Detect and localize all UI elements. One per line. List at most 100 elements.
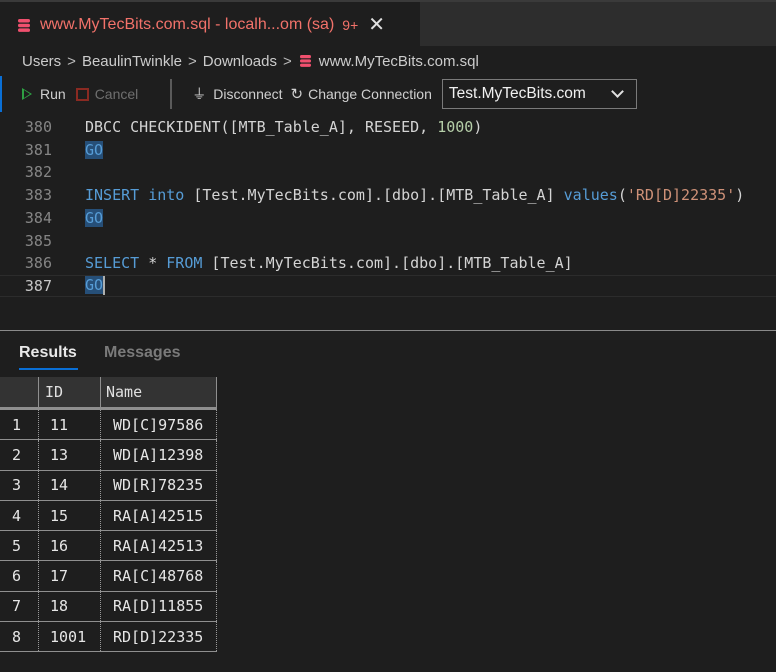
sql-number: 1000 (437, 118, 474, 136)
line-number: 383 (24, 186, 52, 205)
cancel-label: Cancel (94, 86, 139, 102)
cancel-button[interactable]: Cancel (66, 86, 139, 102)
id-cell[interactable]: 16 (39, 531, 101, 561)
name-cell[interactable]: RA[D]11855 (101, 591, 217, 622)
row-number-cell[interactable]: 7 (0, 591, 39, 622)
code-line[interactable]: 381 GO (0, 139, 776, 161)
database-dropdown[interactable]: Test.MyTecBits.com (441, 79, 637, 109)
row-number-cell[interactable]: 1 (0, 410, 39, 440)
breadcrumb-item-users[interactable]: Users (22, 53, 61, 70)
run-button[interactable]: Run (2, 86, 66, 102)
disconnect-button[interactable]: ⏚ Disconnect (192, 84, 282, 104)
line-number: 384 (24, 208, 52, 227)
toolbar-divider (170, 79, 173, 109)
tab-title: www.MyTecBits.com.sql - localh...om (sa) (40, 16, 335, 33)
close-icon[interactable]: ✕ (368, 15, 385, 35)
sql-keyword: GO (85, 276, 104, 295)
sql-text: [Test.MyTecBits.com].[dbo].[MTB_Table_A] (202, 254, 573, 273)
active-tab-indicator (19, 368, 78, 370)
row-number-cell[interactable]: 4 (0, 500, 39, 531)
tab-messages[interactable]: Messages (104, 344, 181, 362)
chevron-down-icon (611, 85, 624, 98)
chevron-right-icon: > (67, 52, 76, 70)
id-cell[interactable]: 13 (39, 440, 101, 470)
id-cell[interactable]: 14 (39, 470, 101, 500)
code-line[interactable]: 384 GO (0, 207, 776, 229)
code-text: DBCC CHECKIDENT([MTB_Table_A], RESEED, 1… (85, 118, 482, 136)
row-number-cell[interactable]: 2 (0, 440, 39, 470)
database-icon (18, 18, 30, 32)
name-cell[interactable]: RD[D]22335 (101, 622, 217, 652)
code-line[interactable]: 386 SELECT * FROM [Test.MyTecBits.com].[d… (0, 252, 776, 274)
table-row[interactable]: 5 16 RA[A]42513 (0, 531, 217, 562)
row-number-cell[interactable]: 6 (0, 561, 39, 591)
line-number: 385 (24, 231, 52, 250)
grid-body: 1 11 WD[C]97586 2 13 WD[A]12398 3 14 WD[R]78235 4… (0, 410, 217, 653)
results-grid[interactable]: ID Name 1 11 WD[C]97586 2 13 WD[A]12398 3 14 WD[… (0, 377, 217, 653)
code-line[interactable]: 387 GO (0, 274, 776, 297)
chevron-right-icon: > (188, 52, 197, 70)
row-number-cell[interactable]: 5 (0, 531, 39, 561)
row-number-cell[interactable]: 3 (0, 470, 39, 500)
table-row[interactable]: 3 14 WD[R]78235 (0, 470, 217, 501)
id-cell[interactable]: 18 (39, 591, 101, 622)
table-row[interactable]: 1 11 WD[C]97586 (0, 410, 217, 441)
database-icon (299, 55, 311, 67)
table-row[interactable]: 8 1001 RD[D]22335 (0, 622, 217, 653)
line-number: 387 (24, 276, 52, 295)
editor-tab-active[interactable]: www.MyTecBits.com.sql - localh...om (sa)… (0, 2, 420, 48)
code-line[interactable]: 382 (0, 161, 776, 183)
plug-icon: ⏚ (192, 86, 207, 102)
id-cell[interactable]: 17 (39, 561, 101, 591)
line-number: 381 (24, 140, 52, 159)
table-row[interactable]: 7 18 RA[D]11855 (0, 591, 217, 623)
table-row[interactable]: 2 13 WD[A]12398 (0, 440, 217, 471)
problems-badge: 9+ (342, 17, 359, 33)
id-cell[interactable]: 1001 (39, 622, 101, 652)
change-connection-button[interactable]: ↻ Change Connection (283, 85, 432, 103)
breadcrumb-item-file[interactable]: www.MyTecBits.com.sql (319, 53, 479, 70)
name-cell[interactable]: RA[C]48768 (101, 561, 217, 591)
sql-text: * (139, 254, 167, 273)
line-number: 386 (24, 254, 52, 273)
disconnect-label: Disconnect (213, 86, 283, 102)
sql-text: DBCC CHECKIDENT([MTB_Table_A], RESEED, (85, 118, 438, 136)
name-cell[interactable]: WD[A]12398 (101, 440, 217, 470)
column-header-name[interactable]: Name (101, 377, 217, 407)
sql-string: 'RD[D]22335' (626, 186, 736, 205)
name-cell[interactable]: WD[C]97586 (101, 410, 217, 440)
code-text: INSERT into [Test.MyTecBits.com].[dbo].[… (85, 186, 744, 204)
refresh-connection-icon: ↻ (290, 86, 304, 103)
breadcrumb: Users > BeaulinTwinkle > Downloads > www… (0, 46, 776, 76)
code-text: GO (85, 208, 104, 227)
column-header-id[interactable]: ID (39, 377, 101, 407)
code-text: GO (85, 140, 104, 159)
code-line[interactable]: 383 INSERT into [Test.MyTecBits.com].[dbo… (0, 184, 776, 206)
run-label: Run (40, 86, 66, 102)
table-row[interactable]: 6 17 RA[C]48768 (0, 561, 217, 592)
code-editor[interactable]: 380 DBCC CHECKIDENT([MTB_Table_A], RESEED… (0, 114, 776, 300)
code-line[interactable]: 380 DBCC CHECKIDENT([MTB_Table_A], RESEED… (0, 116, 776, 138)
name-cell[interactable]: WD[R]78235 (101, 470, 217, 500)
sql-text: [Test.MyTecBits.com].[dbo].[MTB_Table_A] (184, 186, 564, 205)
id-cell[interactable]: 11 (39, 410, 101, 440)
sql-keyword: FROM (166, 254, 203, 273)
tab-results[interactable]: Results (19, 344, 77, 362)
panel-splitter[interactable] (0, 330, 776, 331)
table-row[interactable]: 4 15 RA[A]42515 (0, 500, 217, 532)
row-number-header[interactable] (0, 377, 39, 407)
id-cell[interactable]: 15 (39, 500, 101, 531)
sql-keyword: SELECT (85, 254, 140, 273)
code-line[interactable]: 385 (0, 230, 776, 252)
database-dropdown-value: Test.MyTecBits.com (448, 85, 586, 102)
code-text: GO (85, 276, 106, 296)
chevron-right-icon: > (282, 52, 292, 70)
sql-text: ( (617, 186, 627, 205)
name-cell[interactable]: RA[A]42515 (101, 500, 217, 531)
breadcrumb-item-user-folder[interactable]: BeaulinTwinkle (82, 53, 182, 70)
name-cell[interactable]: RA[A]42513 (101, 531, 217, 561)
results-panel-tabs: Results Messages (0, 340, 776, 374)
breadcrumb-item-downloads[interactable]: Downloads (203, 53, 277, 70)
play-icon (22, 88, 32, 100)
row-number-cell[interactable]: 8 (0, 622, 39, 652)
